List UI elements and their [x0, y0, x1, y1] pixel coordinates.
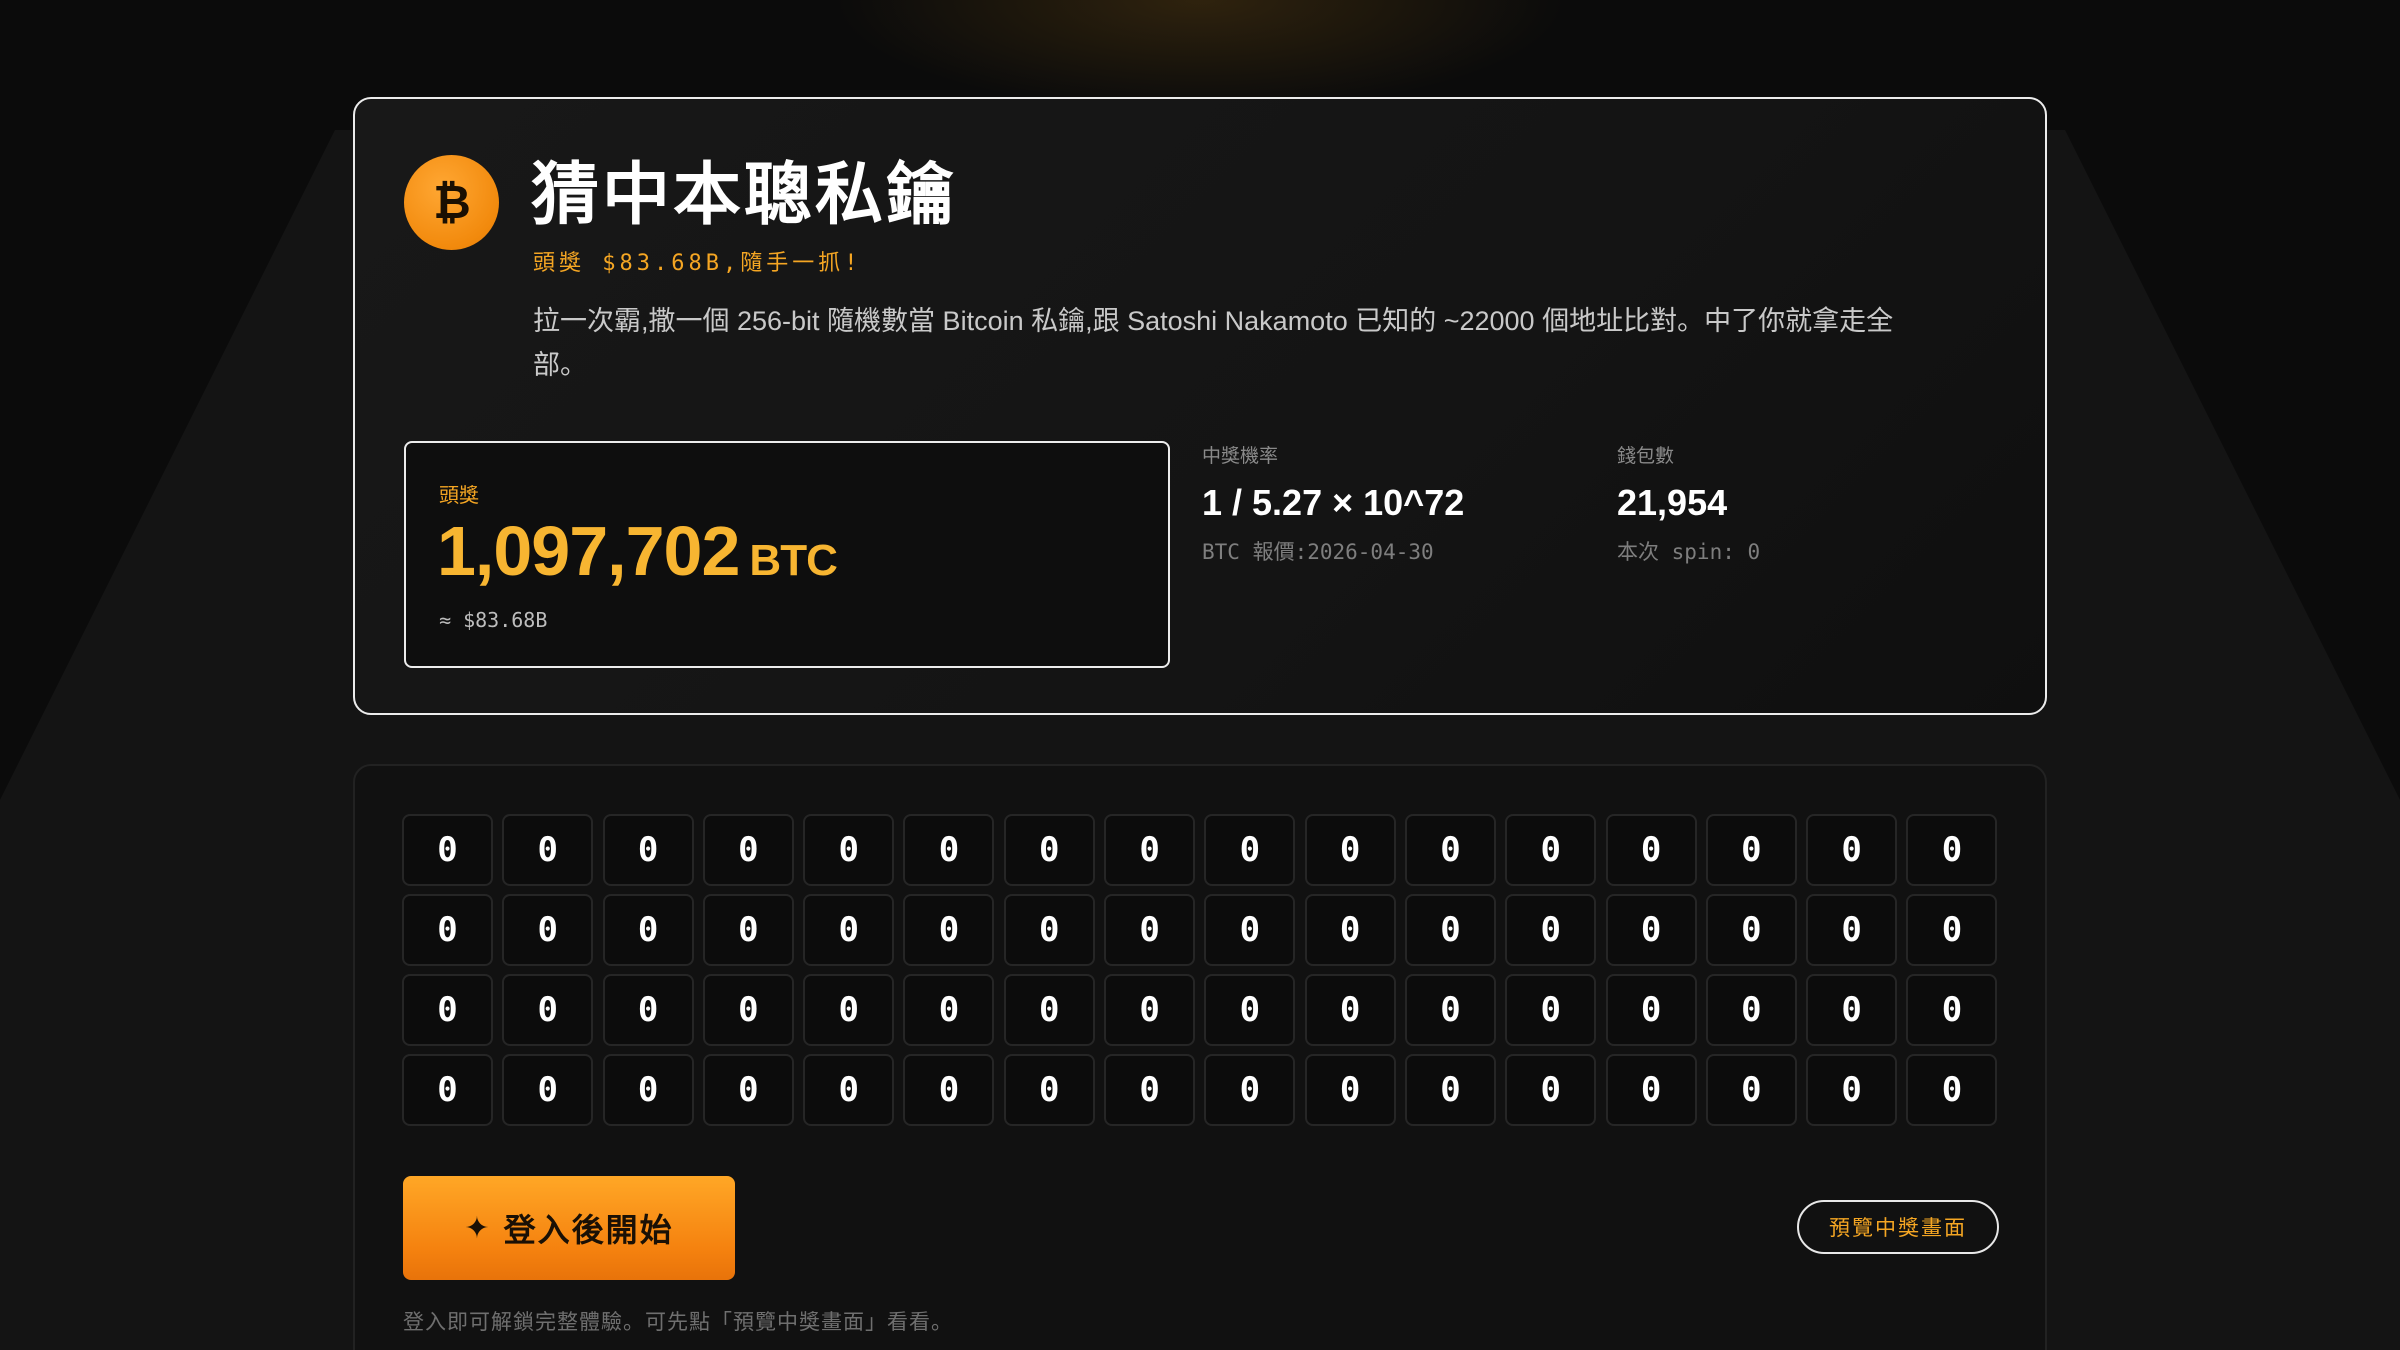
key-cell: 0	[903, 814, 995, 886]
hint-text: 登入即可解鎖完整體驗。可先點「預覽中獎畫面」看看。	[403, 1310, 953, 1334]
key-cell: 0	[702, 894, 794, 966]
key-cell: 0	[702, 1054, 794, 1126]
wallets-sub: 本次 spin: 0	[1617, 540, 1761, 564]
key-cell: 0	[502, 814, 594, 886]
key-cell: 0	[1505, 974, 1597, 1046]
key-cell: 0	[602, 1054, 694, 1126]
jackpot-usd: ≈ $83.68B	[439, 608, 548, 632]
key-cell: 0	[702, 974, 794, 1046]
odds-sub: BTC 報價:2026-04-30	[1202, 540, 1434, 564]
key-cell: 0	[1505, 814, 1597, 886]
key-cell: 0	[1705, 814, 1797, 886]
key-cell: 0	[1304, 1054, 1396, 1126]
key-cell: 0	[1104, 1054, 1196, 1126]
key-cell: 0	[1404, 1054, 1496, 1126]
key-cell: 0	[602, 894, 694, 966]
key-cell: 0	[803, 1054, 895, 1126]
key-cell: 0	[1204, 1054, 1296, 1126]
key-cell: 0	[803, 894, 895, 966]
login-start-label: 登入後開始	[503, 1211, 674, 1249]
odds-label: 中獎機率	[1202, 446, 1279, 467]
key-cell: 0	[1404, 974, 1496, 1046]
key-cell: 0	[1204, 814, 1296, 886]
jackpot-box: 頭獎 1,097,702 BTC ≈ $83.68B	[404, 441, 1170, 668]
key-cell: 0	[1003, 974, 1095, 1046]
preview-win-label: 預覽中獎畫面	[1829, 1216, 1967, 1240]
key-grid: 0000000000000000000000000000000000000000…	[402, 814, 1998, 1126]
key-cell: 0	[1404, 814, 1496, 886]
odds-stat: 中獎機率 1 / 5.27 × 10^72 BTC 報價:2026-04-30	[1202, 441, 1464, 566]
key-cell: 0	[702, 814, 794, 886]
sparkle-icon: ✦	[464, 1210, 492, 1246]
tagline: 頭獎 $83.68B,隨手一抓!	[533, 251, 862, 276]
key-cell: 0	[903, 974, 995, 1046]
wallets-value: 21,954	[1617, 482, 1728, 523]
key-cell: 0	[502, 894, 594, 966]
key-cell: 0	[1705, 974, 1797, 1046]
key-cell: 0	[1705, 1054, 1797, 1126]
key-cell: 0	[1204, 894, 1296, 966]
key-cell: 0	[803, 814, 895, 886]
key-cell: 0	[1104, 814, 1196, 886]
key-cell: 0	[1906, 894, 1998, 966]
key-cell: 0	[1104, 974, 1196, 1046]
key-cell: 0	[903, 894, 995, 966]
svg-text:₿: ₿	[433, 175, 471, 229]
key-cell: 0	[1806, 1054, 1898, 1126]
key-cell: 0	[402, 1054, 493, 1126]
key-cell: 0	[502, 974, 594, 1046]
key-cell: 0	[1404, 894, 1496, 966]
key-cell: 0	[402, 814, 493, 886]
key-cell: 0	[1505, 894, 1597, 966]
key-cell: 0	[1906, 974, 1998, 1046]
key-cell: 0	[1605, 1054, 1697, 1126]
preview-win-button[interactable]: 預覽中獎畫面	[1797, 1200, 1999, 1254]
key-cell: 0	[1806, 814, 1898, 886]
key-cell: 0	[1605, 974, 1697, 1046]
page-title: 猜中本聰私鑰	[531, 156, 958, 235]
key-cell: 0	[1806, 974, 1898, 1046]
jackpot-amount-value: 1,097,702	[437, 512, 740, 590]
key-cell: 0	[1204, 974, 1296, 1046]
key-cell: 0	[1304, 814, 1396, 886]
key-cell: 0	[1003, 894, 1095, 966]
key-cell: 0	[1505, 1054, 1597, 1126]
description: 拉一次霸,撒一個 256-bit 隨機數當 Bitcoin 私鑰,跟 Satos…	[533, 306, 1894, 380]
jackpot-card: ₿ 猜中本聰私鑰 頭獎 $83.68B,隨手一抓! 拉一次霸,撒一個 256-b…	[353, 97, 2047, 715]
jackpot-unit: BTC	[749, 536, 837, 585]
wallets-label: 錢包數	[1617, 446, 1675, 467]
bitcoin-icon: ₿	[404, 155, 499, 250]
key-cell: 0	[402, 894, 493, 966]
jackpot-label: 頭獎	[439, 483, 479, 507]
bitcoin-glyph: ₿	[433, 175, 471, 229]
key-cell: 0	[602, 974, 694, 1046]
jackpot-amount: 1,097,702 BTC	[437, 511, 838, 591]
login-start-button[interactable]: ✦ 登入後開始	[403, 1176, 735, 1280]
key-cell: 0	[502, 1054, 594, 1126]
wallets-stat: 錢包數 21,954 本次 spin: 0	[1617, 441, 1760, 566]
key-cell: 0	[803, 974, 895, 1046]
page-background: ₿ 猜中本聰私鑰 頭獎 $83.68B,隨手一抓! 拉一次霸,撒一個 256-b…	[0, 0, 2400, 1350]
key-cell: 0	[1304, 894, 1396, 966]
key-cell: 0	[1003, 814, 1095, 886]
key-cell: 0	[1906, 814, 1998, 886]
odds-value: 1 / 5.27 × 10^72	[1202, 482, 1465, 523]
key-cell: 0	[1605, 894, 1697, 966]
key-cell: 0	[1906, 1054, 1998, 1126]
key-cell: 0	[1104, 894, 1196, 966]
key-cell: 0	[602, 814, 694, 886]
key-cell: 0	[1304, 974, 1396, 1046]
key-cell: 0	[1705, 894, 1797, 966]
key-cell: 0	[1605, 814, 1697, 886]
slot-card: 0000000000000000000000000000000000000000…	[353, 764, 2047, 1350]
key-cell: 0	[1003, 1054, 1095, 1126]
key-cell: 0	[1806, 894, 1898, 966]
key-cell: 0	[903, 1054, 995, 1126]
key-cell: 0	[402, 974, 493, 1046]
